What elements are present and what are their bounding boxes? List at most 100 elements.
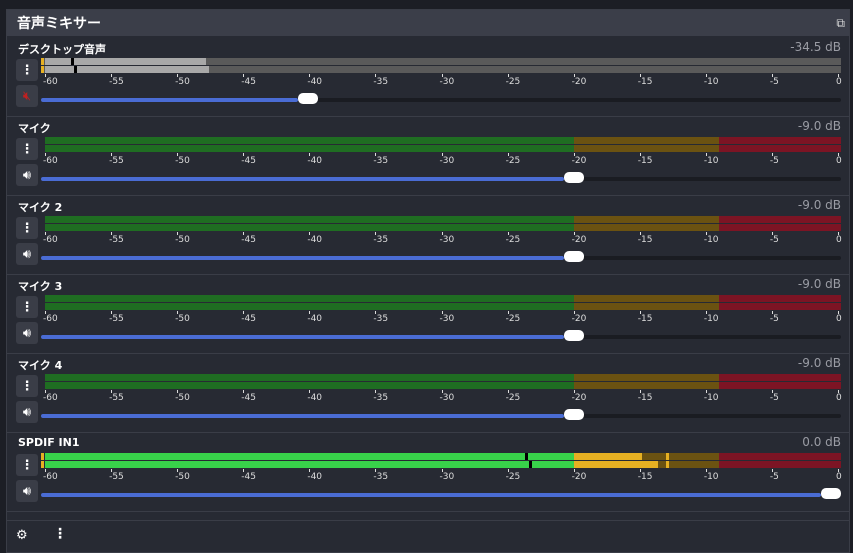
volume-slider[interactable] [41,330,841,341]
volume-slider[interactable] [41,488,841,499]
channel-menu-button[interactable]: ⋮ [16,217,38,239]
volume-slider[interactable] [41,409,841,420]
channel-menu-button[interactable]: ⋮ [16,296,38,318]
slider-handle[interactable] [563,409,584,420]
advanced-audio-properties-gear-icon[interactable]: ⚙ [16,528,28,543]
meter-bg-green [45,303,574,310]
scale-label: -20 [571,469,587,482]
meter-peak-marker [71,58,75,65]
meter-bar [41,224,841,231]
panel-titlebar: 音声ミキサー ⧉ [7,10,849,36]
scale-label: -10 [703,311,719,324]
meter-level [45,58,207,65]
meter-bar [41,66,841,73]
scale-label: -20 [571,153,587,166]
channel-menu-button[interactable]: ⋮ [16,454,38,476]
meter-level-yellow [573,461,659,468]
mixer-menu-kebab-icon[interactable]: ⋮ [53,526,67,542]
meter-bg-green [45,374,574,381]
meter-scale: -60 -55 -50 -45 -40 -35 -30 -25 -20 -15 -10 -5 0 [41,153,842,166]
slider-handle[interactable] [563,172,584,183]
channel-name: マイク 4 [18,359,63,372]
slider-handle[interactable] [563,251,584,262]
scale-label: -30 [439,153,455,166]
meter-scale: -60 -55 -50 -45 -40 -35 -30 -25 -20 -15 -10 -5 0 [41,232,842,245]
meter-bg-yellow [573,224,720,231]
mute-toggle-button[interactable]: 🔇︎ [16,85,38,107]
mute-toggle-button[interactable]: 🔊︎ [16,401,38,423]
scale-label: -10 [703,232,719,245]
channel-name: マイク 3 [18,280,63,293]
scale-label: -45 [241,153,256,166]
channel-menu-button[interactable]: ⋮ [16,59,38,81]
scale-label: -40 [307,469,323,482]
channel-volume-db: -34.5 dB [790,40,841,54]
scale-label: -15 [637,232,653,245]
scale-label: -25 [505,153,521,166]
meter-bg-red [719,461,841,468]
slider-fill [41,335,564,339]
scale-label: 0 [836,390,842,403]
scale-label: -15 [637,469,653,482]
scale-label: -25 [505,232,521,245]
meter-bar [41,461,841,468]
speaker-muted-icon: 🔇︎ [22,88,32,104]
meter-scale: -60 -55 -50 -45 -40 -35 -30 -25 -20 -15 -10 -5 0 [41,469,842,482]
meter-bar [41,382,841,389]
slider-handle[interactable] [563,330,584,341]
volume-slider[interactable] [41,172,841,183]
scale-label: -40 [307,390,323,403]
scale-label: -30 [439,469,455,482]
volume-meter [41,216,841,232]
scale-label: -15 [637,390,653,403]
channel-menu-button[interactable]: ⋮ [16,375,38,397]
meter-bg-red [719,137,841,144]
mute-toggle-button[interactable]: 🔊︎ [16,480,38,502]
mute-toggle-button[interactable]: 🔊︎ [16,322,38,344]
volume-slider[interactable] [41,93,841,104]
mixer-channel: マイク 2 -9.0 dB ⋮ 🔊︎ -60 -55 -50 -45 -40 -35 -30… [7,195,849,275]
meter-bg-green [45,216,574,223]
slider-handle[interactable] [298,93,319,104]
meter-bg-yellow [573,216,720,223]
scale-label: 0 [836,469,842,482]
meter-bg-red [719,382,841,389]
slider-handle[interactable] [821,488,841,499]
scale-label: -50 [175,469,190,482]
meter-peak-marker [74,66,78,73]
meter-bar [41,295,841,302]
volume-meter [41,58,841,74]
mixer-channel: SPDIF IN1 0.0 dB ⋮ 🔊︎ -60 -55 -50 -45 -40 -35… [7,432,849,512]
kebab-icon: ⋮ [20,62,34,78]
mixer-channel: マイク 3 -9.0 dB ⋮ 🔊︎ -60 -55 -50 -45 -40 -35 -30… [7,274,849,354]
volume-meter [41,374,841,390]
meter-clip-indicator [41,66,44,73]
scale-label: -40 [307,153,323,166]
scale-label: -30 [439,232,455,245]
scale-label: -45 [241,74,256,87]
channel-name: デスクトップ音声 [18,43,106,56]
mixer-channel: マイク 4 -9.0 dB ⋮ 🔊︎ -60 -55 -50 -45 -40 -35 -30… [7,353,849,433]
scale-label: -60 [43,74,58,87]
scale-label: -60 [43,390,58,403]
meter-bg-yellow [573,303,720,310]
meter-bg-yellow [573,374,720,381]
meter-bg-green [45,295,574,302]
scale-label: -20 [571,74,587,87]
meter-bar [41,453,841,460]
scale-label: -55 [109,74,124,87]
meter-level-yellow [573,453,643,460]
meter-bar [41,137,841,144]
meter-bg-green [45,137,574,144]
meter-bg-red [719,453,841,460]
scale-label: -60 [43,153,58,166]
channel-menu-button[interactable]: ⋮ [16,138,38,160]
mute-toggle-button[interactable]: 🔊︎ [16,164,38,186]
volume-slider[interactable] [41,251,841,262]
scale-label: 0 [836,153,842,166]
meter-bg-red [719,303,841,310]
mute-toggle-button[interactable]: 🔊︎ [16,243,38,265]
scale-label: -55 [109,311,124,324]
float-panel-icon[interactable]: ⧉ [836,16,845,31]
meter-bg-red [719,216,841,223]
